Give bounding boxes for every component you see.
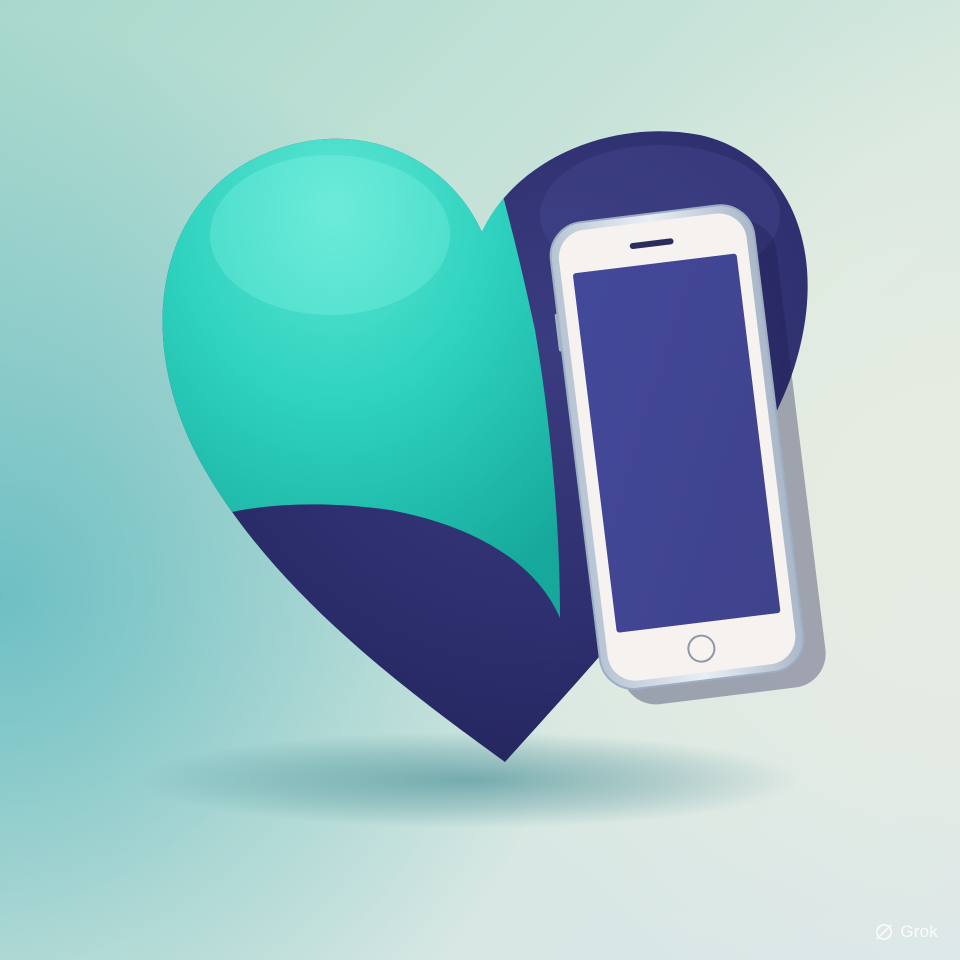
heart-teal-highlight <box>210 155 450 315</box>
heart-shadow <box>140 732 800 828</box>
illustration-canvas <box>0 0 960 960</box>
grok-watermark: Grok <box>874 922 938 942</box>
grok-logo-icon <box>876 924 893 940</box>
watermark-text: Grok <box>900 922 938 941</box>
